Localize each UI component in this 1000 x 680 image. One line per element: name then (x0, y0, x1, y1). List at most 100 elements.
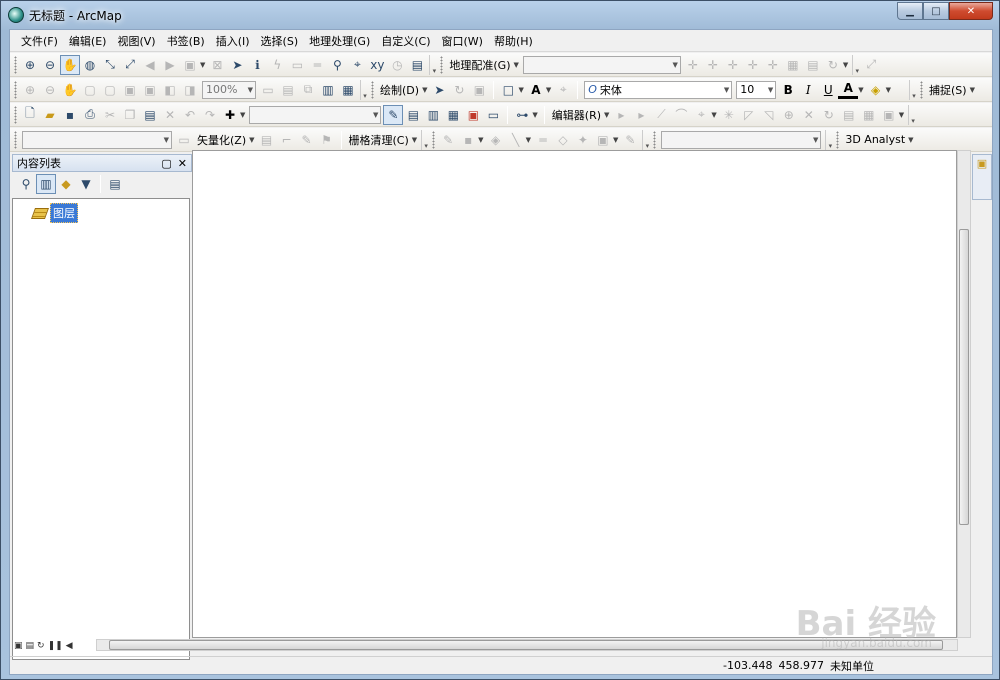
clear-selection-icon[interactable]: ⊠ (207, 55, 227, 75)
go-to-xy-icon[interactable]: xy (367, 55, 387, 75)
edit-vertices-icon[interactable]: ⌖ (553, 80, 573, 100)
pan-icon[interactable]: ✋ (60, 54, 80, 75)
identify-icon[interactable]: ℹ (247, 55, 267, 75)
fixed-zoom-in-layout-icon[interactable]: ▣ (120, 80, 140, 100)
catalog-icon[interactable]: ▥ (423, 105, 443, 125)
save-icon[interactable]: ▪ (60, 105, 80, 125)
vertical-scroll-thumb[interactable] (959, 229, 969, 525)
bold-button[interactable]: B (778, 80, 798, 100)
scale-control-icon[interactable]: ✛ (763, 55, 783, 75)
editor-toolbar-icon[interactable]: ✎ (383, 104, 404, 125)
toolbar-grip[interactable] (14, 105, 17, 124)
list-by-selection-icon[interactable]: ▼ (76, 174, 96, 194)
raster-snapping-icon[interactable]: ▤ (257, 130, 277, 150)
vectorization-trace-icon[interactable]: ⌐ (277, 130, 297, 150)
menu-selection[interactable]: 选择(S) (256, 31, 304, 51)
add-data-icon[interactable]: ✚ (220, 105, 240, 125)
hyperlink-icon[interactable]: ϟ (267, 55, 287, 75)
editor-menu[interactable]: 编辑器(R) (549, 107, 604, 123)
underline-button[interactable]: U (818, 80, 838, 100)
font-size-combo[interactable]: 10 ▼ (736, 80, 777, 99)
toolbar-grip[interactable] (14, 80, 17, 99)
previous-extent-layout-icon[interactable]: ◧ (160, 80, 180, 100)
change-layout-icon[interactable]: ⧉ (298, 80, 318, 100)
trace-icon[interactable]: ⌖ (691, 105, 711, 125)
list-by-source-icon[interactable]: ▥ (36, 174, 56, 194)
toolbar-overflow-icon[interactable]: ▾ (421, 129, 430, 150)
map-display[interactable] (192, 150, 957, 638)
title-bar[interactable]: 无标题 - ArcMap ▁ □ ✕ (1, 1, 999, 29)
toolbar-grip[interactable] (653, 130, 657, 149)
search-window-icon[interactable]: ▦ (443, 105, 463, 125)
menu-view[interactable]: 视图(V) (112, 31, 160, 51)
generate-features-icon[interactable]: ⚑ (317, 130, 337, 150)
text-icon[interactable]: A (526, 80, 546, 100)
fill-icon[interactable]: ◈ (486, 130, 506, 150)
zoom-out-icon[interactable]: ⊖ (40, 55, 60, 75)
cut-polygons-icon[interactable]: ⊕ (779, 105, 799, 125)
zoom-100-icon[interactable]: ▢ (100, 80, 120, 100)
edit-tool-icon[interactable]: ▸ (611, 105, 631, 125)
control-points-icon[interactable]: ✛ (703, 55, 723, 75)
minimize-button[interactable]: ▁ (897, 2, 923, 20)
layout-view-icon[interactable]: ▦ (338, 80, 358, 100)
layout-view-icon[interactable]: ▤ (26, 641, 35, 651)
toolbar-overflow-icon[interactable]: ▾ (360, 79, 369, 100)
drawing-menu[interactable]: 绘制(D) (377, 82, 422, 98)
layout-pan-icon[interactable]: ✋ (60, 80, 80, 100)
maximize-button[interactable]: □ (923, 2, 949, 20)
font-color-button[interactable]: A (838, 81, 859, 99)
print-icon[interactable]: ⎙ (80, 105, 100, 125)
toolbar-grip[interactable] (371, 80, 374, 99)
data-view-icon[interactable]: ▣ (14, 641, 23, 651)
raster-cleanup-menu[interactable]: 栅格清理(C) (346, 132, 412, 148)
select-features-icon[interactable]: ▣ (180, 55, 200, 75)
layout-zoom-out-icon[interactable]: ⊖ (40, 80, 60, 100)
fixed-zoom-out-icon[interactable]: ⤢ (120, 55, 140, 75)
toolbar-overflow-icon[interactable]: ▾ (642, 129, 651, 150)
data-driven-pages-icon[interactable]: ▥ (318, 80, 338, 100)
create-viewer-icon[interactable]: ▤ (407, 55, 427, 75)
refresh-icon[interactable]: ↻ (37, 641, 45, 651)
next-extent-layout-icon[interactable]: ◨ (180, 80, 200, 100)
rotate-control-icon[interactable]: ✛ (743, 55, 763, 75)
view-table-icon[interactable]: ▤ (803, 55, 823, 75)
erase-icon[interactable]: ▪ (458, 130, 478, 150)
new-document-icon[interactable]: 🗋 (20, 105, 40, 125)
toolbar-grip[interactable] (440, 55, 444, 74)
select-dropdown-icon[interactable]: ▼ (200, 61, 205, 69)
georeferencing-menu[interactable]: 地理配准(G) (446, 57, 513, 73)
map-vertical-scrollbar[interactable] (957, 150, 971, 638)
focus-data-frame-icon[interactable]: ▤ (278, 80, 298, 100)
zoom-in-icon[interactable]: ⊕ (20, 55, 40, 75)
raster-paint-icon[interactable]: ▣ (593, 130, 613, 150)
straight-segment-icon[interactable]: ⟋ (651, 105, 671, 125)
list-by-visibility-icon[interactable]: ◆ (56, 174, 76, 194)
toolbar-grip[interactable] (920, 80, 924, 99)
menu-file[interactable]: 文件(F) (16, 31, 63, 51)
map-scale-combo[interactable]: ▼ (249, 105, 382, 124)
rotate-icon[interactable]: ↻ (823, 55, 843, 75)
pause-drawing-icon[interactable]: ❚❚ (48, 641, 63, 651)
time-slider-icon[interactable]: ◷ (387, 55, 407, 75)
menu-bookmarks[interactable]: 书签(B) (162, 31, 210, 51)
full-extent-icon[interactable]: ◍ (80, 55, 100, 75)
close-button[interactable]: ✕ (949, 2, 993, 20)
layout-zoom-in-icon[interactable]: ⊕ (20, 80, 40, 100)
layers-node[interactable]: 图层 (30, 203, 78, 223)
rectangle-icon[interactable]: □ (498, 80, 518, 100)
arctoolbox-icon[interactable]: ▣ (463, 105, 483, 125)
go-forward-icon[interactable]: ▶ (160, 55, 180, 75)
menu-geoprocessing[interactable]: 地理处理(G) (304, 31, 375, 51)
rotate-element-icon[interactable]: ↻ (449, 80, 469, 100)
line-width-icon[interactable]: ═ (533, 130, 553, 150)
georeferencing-dropdown-icon[interactable]: ▼ (514, 61, 519, 69)
html-popup-icon[interactable]: ▭ (287, 55, 307, 75)
sketch-properties-icon[interactable]: ▦ (859, 105, 879, 125)
menu-help[interactable]: 帮助(H) (489, 31, 538, 51)
menu-customize[interactable]: 自定义(C) (376, 31, 435, 51)
toolbar-overflow-icon[interactable]: ▾ (852, 54, 861, 75)
attributes-icon[interactable]: ▤ (839, 105, 859, 125)
select-elements-icon[interactable]: ➤ (227, 55, 247, 75)
vectorization-menu[interactable]: 矢量化(Z) (194, 132, 249, 148)
